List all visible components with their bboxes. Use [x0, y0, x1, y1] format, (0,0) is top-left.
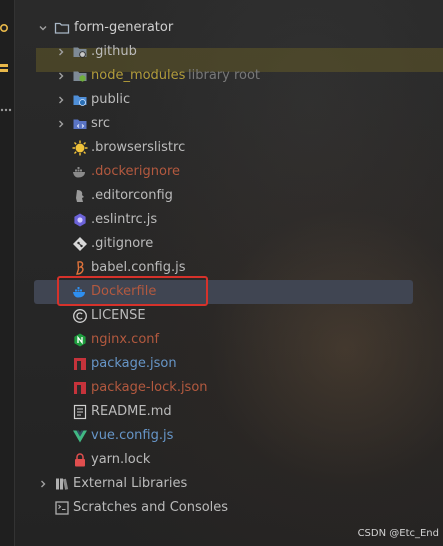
git-icon [72, 236, 88, 252]
chevron-right-icon[interactable] [54, 40, 68, 64]
tree-item-editorconfig[interactable]: .editorconfig [0, 184, 443, 208]
tree-item-eslintrc[interactable]: .eslintrc.js [0, 208, 443, 232]
tree-item-label: .browserslistrc [91, 140, 186, 155]
tree-item-label: package-lock.json [91, 380, 208, 395]
tree-item-public[interactable]: public [0, 88, 443, 112]
eslint-icon [72, 212, 88, 228]
tree-item-package-json[interactable]: package.json [0, 352, 443, 376]
chevron-right-icon[interactable] [54, 88, 68, 112]
folder-icon [54, 20, 70, 36]
tree-item-label: .editorconfig [91, 188, 173, 203]
nginx-icon [72, 332, 88, 348]
markdown-icon [72, 404, 88, 420]
tree-item-readme[interactable]: README.md [0, 400, 443, 424]
tree-item-external-libraries[interactable]: External Libraries [0, 472, 443, 496]
library-root-hint: library root [188, 68, 261, 83]
tree-item-yarn-lock[interactable]: yarn.lock [0, 448, 443, 472]
tree-root-form-generator[interactable]: form-generator [0, 16, 443, 40]
tree-item-label: .dockerignore [91, 164, 181, 179]
tree-item-github[interactable]: .github [0, 40, 443, 64]
copyright-icon [72, 308, 88, 324]
tree-item-src[interactable]: src [0, 112, 443, 136]
tree-item-package-lock-json[interactable]: package-lock.json [0, 376, 443, 400]
folder-web-icon [72, 92, 88, 108]
library-icon [54, 476, 70, 492]
tree-item-label: README.md [91, 404, 172, 419]
tree-item-label: nginx.conf [91, 332, 160, 347]
tree-item-nginx-conf[interactable]: nginx.conf [0, 328, 443, 352]
tree-item-label: src [91, 116, 110, 131]
folder-source-icon [72, 116, 88, 132]
folder-node-icon [72, 68, 88, 84]
tree-item-label: yarn.lock [91, 452, 151, 467]
babel-icon [72, 260, 88, 276]
tree-item-label: vue.config.js [91, 428, 174, 443]
project-tree: form-generator .github node_modules libr… [0, 16, 443, 520]
tree-item-label: External Libraries [73, 476, 188, 491]
vue-icon [72, 428, 88, 444]
annotation-box [57, 276, 208, 306]
watermark: CSDN @Etc_End [357, 528, 439, 539]
tree-item-label: package.json [91, 356, 177, 371]
chevron-right-icon[interactable] [54, 64, 68, 88]
tree-item-label: .github [91, 44, 137, 59]
tree-item-node-modules[interactable]: node_modules library root [0, 64, 443, 88]
tree-item-license[interactable]: LICENSE [0, 304, 443, 328]
tree-item-scratches[interactable]: Scratches and Consoles [0, 496, 443, 520]
tree-item-vue-config[interactable]: vue.config.js [0, 424, 443, 448]
npm-icon [72, 356, 88, 372]
tree-item-gitignore[interactable]: .gitignore [0, 232, 443, 256]
chevron-right-icon[interactable] [54, 112, 68, 136]
tree-item-label: .gitignore [91, 236, 154, 251]
tree-item-label: Scratches and Consoles [73, 500, 229, 515]
tree-item-browserslistrc[interactable]: .browserslistrc [0, 136, 443, 160]
tree-item-label: LICENSE [91, 308, 146, 323]
tree-item-dockerignore[interactable]: .dockerignore [0, 160, 443, 184]
chevron-down-icon[interactable] [36, 16, 50, 40]
editorconfig-icon [72, 188, 88, 204]
tree-item-label: .eslintrc.js [91, 212, 158, 227]
tree-item-label: node_modules [91, 68, 186, 83]
chevron-right-icon[interactable] [36, 472, 50, 496]
folder-github-icon [72, 44, 88, 60]
lock-icon [72, 452, 88, 468]
browserslist-icon [72, 140, 88, 156]
tree-item-label: form-generator [74, 20, 174, 35]
scratches-icon [54, 500, 70, 516]
npm-icon [72, 380, 88, 396]
docker-icon [72, 164, 88, 180]
tree-item-label: public [91, 92, 131, 107]
